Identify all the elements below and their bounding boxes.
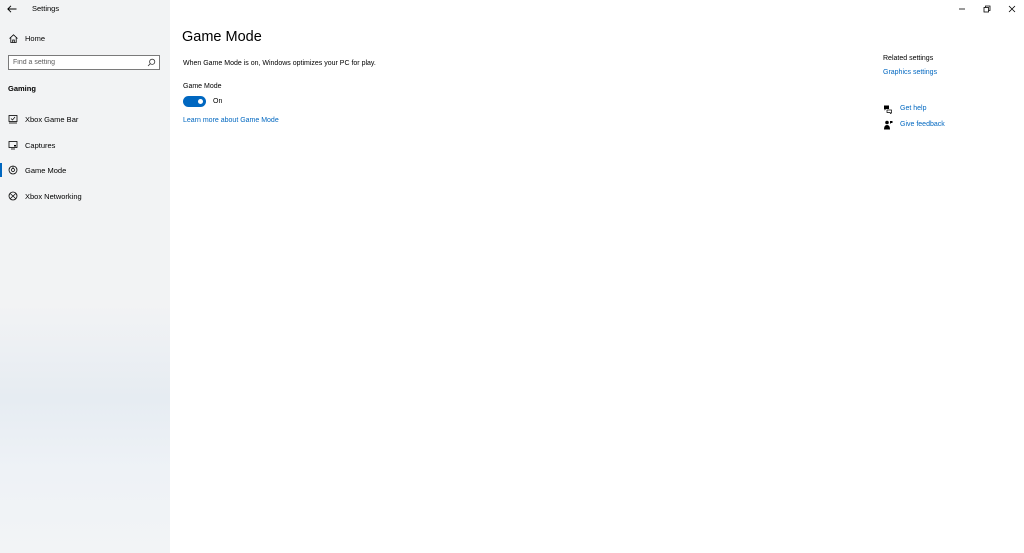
- graphics-settings-link[interactable]: Graphics settings: [883, 69, 937, 76]
- sidebar: Settings Home Gaming Xbox Game Bar: [0, 0, 170, 553]
- minimize-button[interactable]: [949, 0, 974, 18]
- back-button[interactable]: [5, 3, 19, 15]
- sidebar-item-home[interactable]: Home: [0, 30, 170, 47]
- home-icon: [9, 34, 18, 43]
- title-bar: Settings: [0, 0, 170, 18]
- search-box[interactable]: [8, 55, 160, 70]
- page-description: When Game Mode is on, Windows optimizes …: [183, 60, 376, 67]
- minimize-icon: [958, 8, 965, 10]
- sidebar-item-xbox-networking[interactable]: Xbox Networking: [0, 186, 170, 206]
- search-input[interactable]: [13, 57, 143, 68]
- toggle-state-text: On: [213, 98, 223, 105]
- selected-indicator: [0, 163, 2, 177]
- restore-button[interactable]: [974, 0, 999, 18]
- give-feedback-label: Give feedback: [900, 121, 945, 128]
- section-heading: Gaming: [8, 84, 36, 93]
- toggle-knob: [198, 99, 203, 104]
- restore-icon: [983, 5, 990, 13]
- page-title: Game Mode: [182, 29, 262, 45]
- settings-window: Settings Home Gaming Xbox Game Bar: [0, 0, 1024, 553]
- sidebar-item-label: Captures: [25, 141, 56, 150]
- toggle-label: Game Mode: [183, 83, 222, 90]
- game-mode-toggle[interactable]: [183, 96, 206, 107]
- main-content: Game Mode When Game Mode is on, Windows …: [170, 0, 1024, 553]
- sidebar-item-label: Xbox Networking: [25, 192, 82, 201]
- close-button[interactable]: [999, 0, 1024, 18]
- game-mode-icon: [8, 165, 18, 175]
- xbox-icon: [8, 191, 18, 201]
- back-arrow-icon: [7, 5, 17, 13]
- sidebar-item-label: Home: [25, 34, 46, 43]
- sidebar-item-label: Game Mode: [25, 166, 67, 175]
- captures-icon: [8, 141, 18, 150]
- sidebar-item-game-mode[interactable]: Game Mode: [0, 160, 170, 180]
- feedback-icon: [884, 120, 893, 130]
- window-controls: [949, 0, 1024, 18]
- chat-help-icon: [884, 105, 892, 114]
- related-settings-heading: Related settings: [883, 55, 934, 62]
- app-title: Settings: [32, 4, 60, 13]
- sidebar-item-xbox-game-bar[interactable]: Xbox Game Bar: [0, 109, 170, 129]
- xbox-game-bar-icon: [8, 115, 18, 124]
- sidebar-item-captures[interactable]: Captures: [0, 135, 170, 155]
- close-icon: [1008, 5, 1015, 13]
- learn-more-link[interactable]: Learn more about Game Mode: [183, 117, 279, 124]
- get-help-label: Get help: [900, 105, 927, 112]
- search-icon[interactable]: [147, 58, 156, 67]
- sidebar-item-label: Xbox Game Bar: [25, 115, 79, 124]
